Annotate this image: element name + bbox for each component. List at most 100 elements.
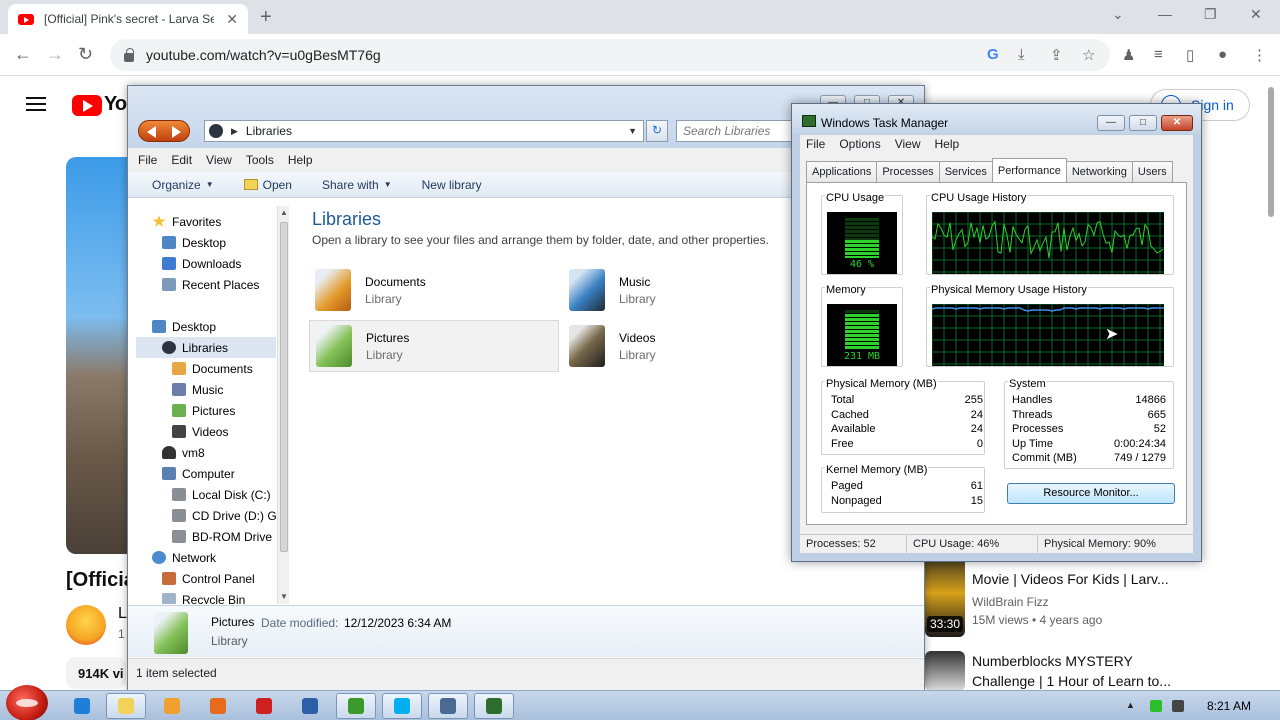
tray-volume-icon[interactable] [1172, 700, 1184, 712]
tab-performance[interactable]: Performance [991, 158, 1067, 183]
scroll-down-icon[interactable]: ▼ [280, 592, 288, 601]
nav-item-downloads[interactable]: Downloads [162, 253, 284, 274]
taskbar-utorrent[interactable] [336, 693, 376, 719]
nav-item-control-panel[interactable]: Control Panel [162, 568, 284, 589]
youtube-logo-icon[interactable] [72, 95, 102, 116]
share-icon[interactable]: ⇪ [1050, 46, 1063, 64]
open-button[interactable]: Open [243, 178, 292, 192]
taskbar-windows-explorer[interactable] [106, 693, 146, 719]
nav-item-favorites[interactable]: Favorites [152, 211, 284, 232]
nav-item-desktop-root[interactable]: Desktop [152, 316, 284, 337]
install-icon[interactable]: ⤓ [1018, 46, 1025, 63]
tab-close-icon[interactable]: ✕ [226, 11, 238, 28]
nav-item-music[interactable]: Music [172, 379, 284, 400]
tab-networking[interactable]: Networking [1065, 161, 1133, 183]
google-lens-icon[interactable]: G [987, 46, 999, 63]
nav-item-documents[interactable]: Documents [172, 358, 284, 379]
taskbar-firefox[interactable] [198, 693, 238, 719]
nav-item-pictures[interactable]: Pictures [172, 400, 284, 421]
taskbar-skype[interactable] [382, 693, 422, 719]
recommended-video-title[interactable]: Movie | Videos For Kids | Larv... [972, 569, 1182, 589]
back-arrow-icon[interactable]: ← [14, 44, 32, 65]
profile-avatar-icon[interactable]: ● [1218, 46, 1227, 63]
nav-item-local-disk[interactable]: Local Disk (C:) [172, 484, 284, 505]
nav-item-computer[interactable]: Computer [162, 463, 284, 484]
tab-users[interactable]: Users [1131, 161, 1173, 183]
minimize-button[interactable]: — [1158, 6, 1172, 22]
video-thumbnail[interactable] [925, 651, 965, 691]
taskbar-task-manager[interactable] [474, 693, 514, 719]
tm-menu-help[interactable]: Help [935, 137, 960, 151]
new-library-button[interactable]: New library [422, 178, 482, 192]
tray-network-icon[interactable] [1150, 700, 1162, 712]
back-forward-arrows-icon[interactable] [138, 120, 190, 142]
taskbar-app[interactable] [290, 693, 330, 719]
taskbar-clock[interactable]: 8:21 AM [1207, 699, 1251, 713]
page-scrollbar-thumb[interactable] [1268, 87, 1274, 217]
nav-item-recent-places[interactable]: Recent Places [162, 274, 284, 295]
tm-menu-file[interactable]: File [806, 137, 825, 151]
recommended-video[interactable]: 33:30 Movie | Videos For Kids | Larv... … [925, 549, 1265, 639]
tab-processes[interactable]: Processes [876, 161, 940, 183]
nav-item-bd-rom-drive[interactable]: BD-ROM Drive [172, 526, 284, 547]
recommended-video[interactable]: Numberblocks MYSTERY Challenge | 1 Hour … [925, 651, 1265, 691]
media-queue-icon[interactable]: ≡ [1154, 46, 1163, 63]
tab-services[interactable]: Services [938, 161, 993, 183]
menu-edit[interactable]: Edit [171, 153, 192, 167]
nav-item-cd-drive[interactable]: CD Drive (D:) G [172, 505, 284, 526]
taskbar-steam[interactable] [428, 693, 468, 719]
nav-item-desktop[interactable]: Desktop [162, 232, 284, 253]
share-with-button[interactable]: Share with ▼ [322, 178, 392, 192]
taskbar-internet-explorer[interactable] [62, 693, 102, 719]
recommended-video-title[interactable]: Numberblocks MYSTERY [972, 651, 1182, 671]
task-manager-minimize-button[interactable]: — [1097, 115, 1125, 131]
resource-monitor-button[interactable]: Resource Monitor... [1007, 483, 1175, 504]
forward-arrow-icon[interactable]: → [46, 44, 64, 65]
tm-menu-options[interactable]: Options [839, 137, 880, 151]
reload-icon[interactable]: ↻ [78, 44, 93, 65]
address-dropdown-icon[interactable]: ▼ [628, 126, 637, 136]
navigation-pane-scrollbar[interactable]: ▲ ▼ [277, 206, 289, 604]
nav-item-vm8[interactable]: vm8 [162, 442, 284, 463]
start-button[interactable] [6, 685, 48, 720]
channel-name[interactable]: L [118, 605, 127, 623]
refresh-icon[interactable]: ↻ [646, 120, 668, 142]
video-player[interactable] [66, 157, 136, 554]
tab-applications[interactable]: Applications [806, 161, 878, 183]
nav-item-libraries[interactable]: Libraries [136, 337, 276, 358]
side-panel-icon[interactable]: ▯ [1186, 46, 1194, 64]
page-scrollbar[interactable] [1266, 77, 1276, 227]
nav-item-videos[interactable]: Videos [172, 421, 284, 442]
tm-menu-view[interactable]: View [895, 137, 921, 151]
new-tab-button[interactable]: + [260, 6, 272, 29]
library-item-documents[interactable]: Documents Library [309, 264, 559, 316]
recommended-video-title-line2[interactable]: Challenge | 1 Hour of Learn to... [972, 671, 1182, 691]
tab-search-icon[interactable]: ⌄ [1112, 6, 1124, 23]
scroll-up-icon[interactable]: ▲ [280, 208, 288, 217]
menu-view[interactable]: View [206, 153, 232, 167]
task-manager-maximize-button[interactable]: □ [1129, 115, 1157, 131]
extensions-icon[interactable]: ♟ [1122, 46, 1135, 64]
nav-item-recycle-bin[interactable]: Recycle Bin [162, 589, 284, 604]
menu-help[interactable]: Help [288, 153, 313, 167]
tray-expand-icon[interactable]: ▲ [1126, 700, 1135, 712]
task-manager-close-button[interactable]: ✕ [1161, 115, 1193, 131]
hamburger-menu-icon[interactable] [26, 97, 46, 111]
taskbar-media-player[interactable] [152, 693, 192, 719]
organize-button[interactable]: Organize ▼ [152, 178, 214, 192]
nav-item-network[interactable]: Network [152, 547, 284, 568]
menu-tools[interactable]: Tools [246, 153, 274, 167]
browser-tab[interactable]: [Official] Pink's secret - Larva Se ✕ [8, 4, 248, 34]
explorer-address-bar[interactable]: ▶ Libraries ▼ [204, 120, 644, 142]
address-bar[interactable]: youtube.com/watch?v=u0gBesMT76g [110, 39, 1110, 71]
library-item-music[interactable]: Music Library [563, 264, 813, 316]
channel-avatar[interactable] [66, 605, 106, 645]
taskbar-opera[interactable] [244, 693, 284, 719]
library-item-pictures[interactable]: Pictures Library [309, 320, 559, 372]
bookmark-star-icon[interactable]: ☆ [1082, 46, 1095, 64]
close-button[interactable]: ✕ [1250, 6, 1262, 23]
restore-button[interactable]: ❐ [1204, 6, 1217, 23]
library-item-videos[interactable]: Videos Library [563, 320, 813, 372]
menu-file[interactable]: File [138, 153, 157, 167]
scrollbar-thumb[interactable] [280, 222, 288, 552]
